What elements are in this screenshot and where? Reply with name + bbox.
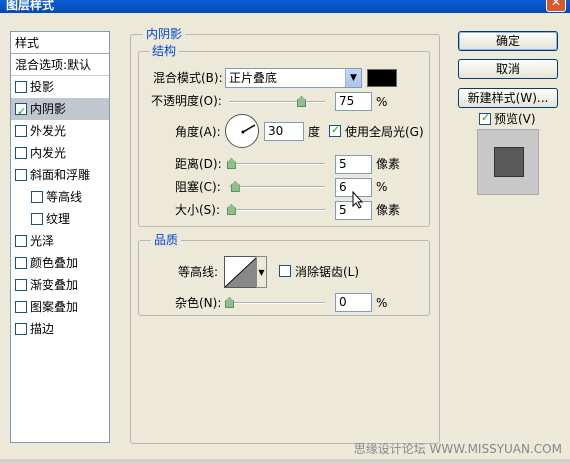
ok-button[interactable]: 确定	[458, 31, 558, 51]
style-item-label: 等高线	[46, 190, 83, 204]
style-item[interactable]: 颜色叠加	[11, 252, 109, 274]
style-item[interactable]: 渐变叠加	[11, 274, 109, 296]
opacity-input[interactable]: 75	[335, 92, 372, 111]
blend-options-item[interactable]: 混合选项:默认	[11, 54, 109, 76]
global-light-checkbox[interactable]	[329, 123, 341, 137]
styles-header[interactable]: 样式	[11, 32, 109, 54]
distance-input[interactable]: 5	[335, 155, 372, 174]
style-item[interactable]: 纹理	[11, 208, 109, 230]
style-item-label: 描边	[30, 322, 55, 336]
noise-percent: %	[376, 296, 388, 310]
antialias-checkbox[interactable]	[279, 265, 291, 277]
style-preview-thumbnail	[477, 129, 539, 195]
antialias-label[interactable]: 消除锯齿(L)	[295, 265, 359, 279]
blend-mode-select[interactable]: 正片叠底 ▼	[225, 68, 362, 88]
style-item-label: 颜色叠加	[30, 256, 79, 270]
preview-checkbox[interactable]	[479, 111, 491, 125]
angle-dial[interactable]	[225, 114, 259, 148]
style-item-checkbox[interactable]	[15, 125, 27, 137]
style-item[interactable]: 光泽	[11, 230, 109, 252]
style-item-label: 光泽	[30, 234, 55, 248]
contour-picker[interactable]	[224, 256, 258, 288]
distance-label: 距离(D):	[175, 157, 222, 171]
style-preview-swatch	[494, 147, 524, 177]
cancel-button[interactable]: 取消	[458, 59, 558, 79]
style-item-checkbox[interactable]	[15, 101, 27, 123]
noise-label: 杂色(N):	[175, 296, 222, 310]
choke-percent: %	[376, 180, 388, 194]
size-unit: 像素	[376, 203, 401, 217]
contour-label: 等高线:	[178, 265, 219, 279]
style-item[interactable]: 投影	[11, 76, 109, 98]
style-item-checkbox[interactable]	[15, 235, 27, 247]
style-item-label: 图案叠加	[30, 300, 79, 314]
window-title-bar: 图层样式 ✕	[0, 0, 570, 13]
style-item-label: 渐变叠加	[30, 278, 79, 292]
style-item-checkbox[interactable]	[31, 191, 43, 203]
quality-title: 品质	[151, 234, 182, 246]
window-title: 图层样式	[6, 0, 55, 12]
style-item-checkbox[interactable]	[15, 169, 27, 181]
blend-mode-value: 正片叠底	[229, 71, 278, 85]
opacity-label: 不透明度(O):	[151, 94, 222, 108]
style-item[interactable]: 内阴影	[11, 98, 109, 123]
mouse-cursor-icon	[352, 191, 364, 209]
angle-needle-icon	[241, 124, 256, 134]
style-item-label: 内阴影	[30, 102, 67, 116]
angle-label: 角度(A):	[175, 125, 221, 139]
distance-slider[interactable]	[229, 163, 325, 165]
style-item-label: 斜面和浮雕	[30, 168, 91, 182]
style-item-checkbox[interactable]	[31, 213, 43, 225]
opacity-percent: %	[376, 95, 388, 109]
style-item[interactable]: 等高线	[11, 186, 109, 208]
style-item-checkbox[interactable]	[15, 81, 27, 93]
style-item-checkbox[interactable]	[15, 323, 27, 335]
style-item-label: 外发光	[30, 124, 67, 138]
style-item-checkbox[interactable]	[15, 147, 27, 159]
choke-label: 阻塞(C):	[175, 180, 221, 194]
inner-shadow-title: 内阴影	[143, 28, 186, 40]
style-item-label: 投影	[30, 80, 55, 94]
chevron-down-icon: ▼	[345, 69, 361, 87]
opacity-slider[interactable]	[229, 101, 325, 103]
watermark: 思缘设计论坛 WWW.MISSYUAN.COM	[353, 442, 562, 456]
style-item-checkbox[interactable]	[15, 279, 27, 291]
styles-list: 样式 混合选项:默认 投影内阴影外发光内发光斜面和浮雕等高线纹理光泽颜色叠加渐变…	[10, 31, 110, 443]
style-item[interactable]: 斜面和浮雕	[11, 164, 109, 186]
distance-unit: 像素	[376, 157, 401, 171]
choke-slider[interactable]	[229, 186, 325, 188]
style-item-checkbox[interactable]	[15, 257, 27, 269]
new-style-button[interactable]: 新建样式(W)...	[458, 88, 558, 108]
blend-mode-label: 混合模式(B):	[153, 71, 223, 85]
style-item[interactable]: 内发光	[11, 142, 109, 164]
noise-slider[interactable]	[229, 302, 325, 304]
global-light-label[interactable]: 使用全局光(G)	[345, 125, 424, 139]
style-item[interactable]: 描边	[11, 318, 109, 340]
angle-input[interactable]: 30	[264, 122, 304, 141]
size-slider[interactable]	[229, 209, 325, 211]
preview-label[interactable]: 预览(V)	[494, 112, 536, 126]
close-button[interactable]: ✕	[546, 0, 566, 12]
bottom-border	[0, 459, 570, 463]
style-item-label: 纹理	[46, 212, 71, 226]
structure-title: 结构	[149, 45, 180, 57]
shadow-color-swatch[interactable]	[367, 69, 397, 87]
style-item-label: 内发光	[30, 146, 67, 160]
style-item-checkbox[interactable]	[15, 301, 27, 313]
contour-curve-icon	[225, 257, 257, 287]
style-item[interactable]: 图案叠加	[11, 296, 109, 318]
size-label: 大小(S):	[175, 203, 221, 217]
angle-degree: 度	[308, 125, 321, 139]
contour-dropdown-arrow[interactable]: ▼	[256, 256, 267, 288]
noise-input[interactable]: 0	[335, 293, 372, 312]
style-item[interactable]: 外发光	[11, 120, 109, 142]
